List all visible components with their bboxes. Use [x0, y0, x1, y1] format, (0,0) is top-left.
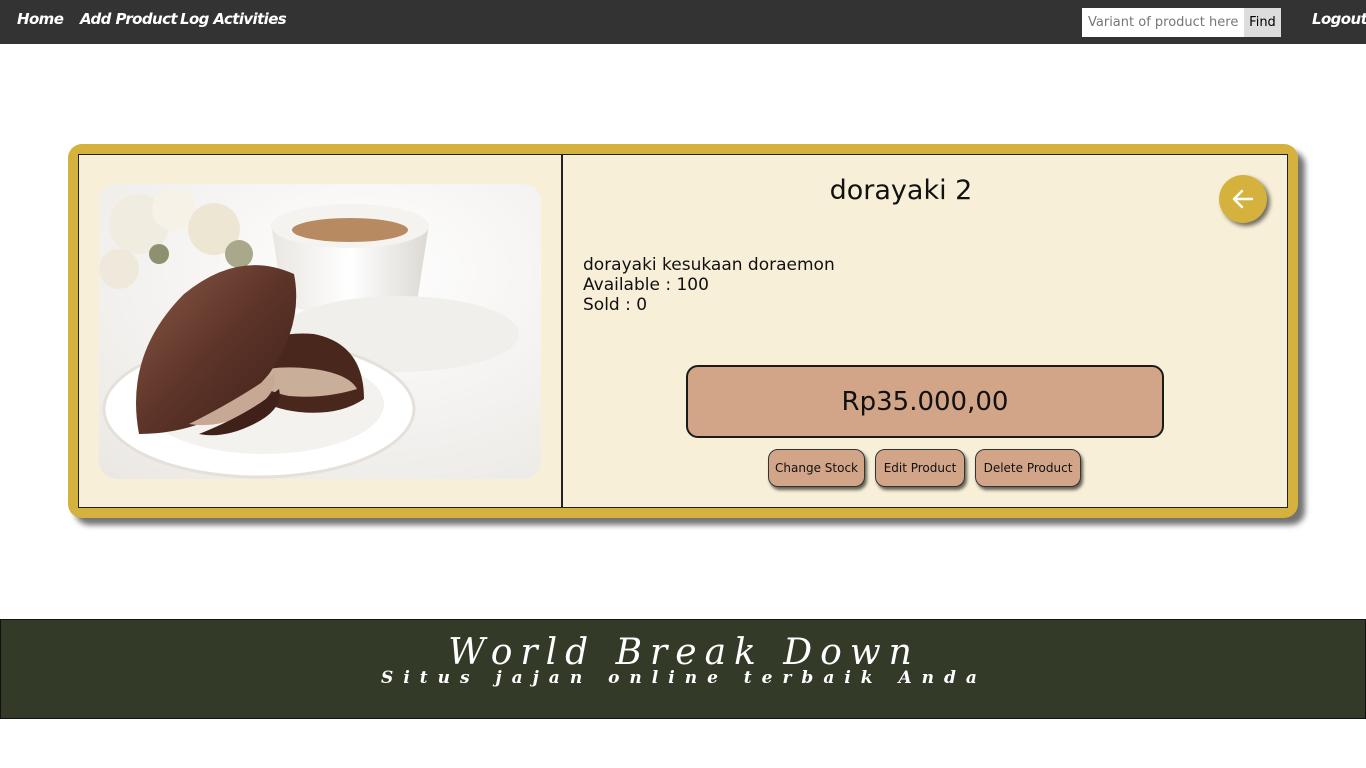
back-button[interactable]	[1219, 175, 1267, 223]
logout-link[interactable]: Logout	[1312, 10, 1366, 28]
change-stock-button[interactable]: Change Stock	[768, 449, 865, 487]
find-button[interactable]: Find	[1244, 8, 1281, 37]
nav-add-product-link[interactable]: Add Product	[80, 10, 178, 28]
dorayaki-photo-icon	[99, 184, 541, 479]
nav-log-activities-link[interactable]: Log Activities	[180, 10, 287, 28]
product-image-panel	[78, 154, 562, 508]
footer-title: World Break Down	[448, 632, 920, 673]
product-card: dorayaki 2 dorayaki kesukaan doraemon Av…	[68, 144, 1298, 518]
navbar: Home Add Product Log Activities Find Log…	[0, 0, 1366, 44]
product-available: Available : 100	[583, 275, 709, 295]
price-box: Rp35.000,00	[686, 365, 1164, 438]
product-info: dorayaki kesukaan doraemon Available : 1…	[583, 255, 835, 315]
action-buttons: Change Stock Edit Product Delete Product	[563, 449, 1289, 489]
search-input[interactable]	[1082, 8, 1244, 37]
delete-product-button[interactable]: Delete Product	[975, 449, 1081, 487]
product-name: dorayaki 2	[829, 175, 973, 206]
nav-home-link[interactable]: Home	[17, 10, 64, 28]
arrow-left-icon	[1232, 189, 1254, 209]
footer-subtitle: Situs jajan online terbaik Anda	[381, 668, 987, 688]
edit-product-button[interactable]: Edit Product	[875, 449, 965, 487]
product-description: dorayaki kesukaan doraemon	[583, 255, 835, 275]
product-sold: Sold : 0	[583, 295, 648, 315]
footer: World Break Down Situs jajan online terb…	[0, 619, 1366, 719]
product-photo	[99, 184, 541, 479]
product-detail-panel: dorayaki 2 dorayaki kesukaan doraemon Av…	[562, 154, 1288, 508]
